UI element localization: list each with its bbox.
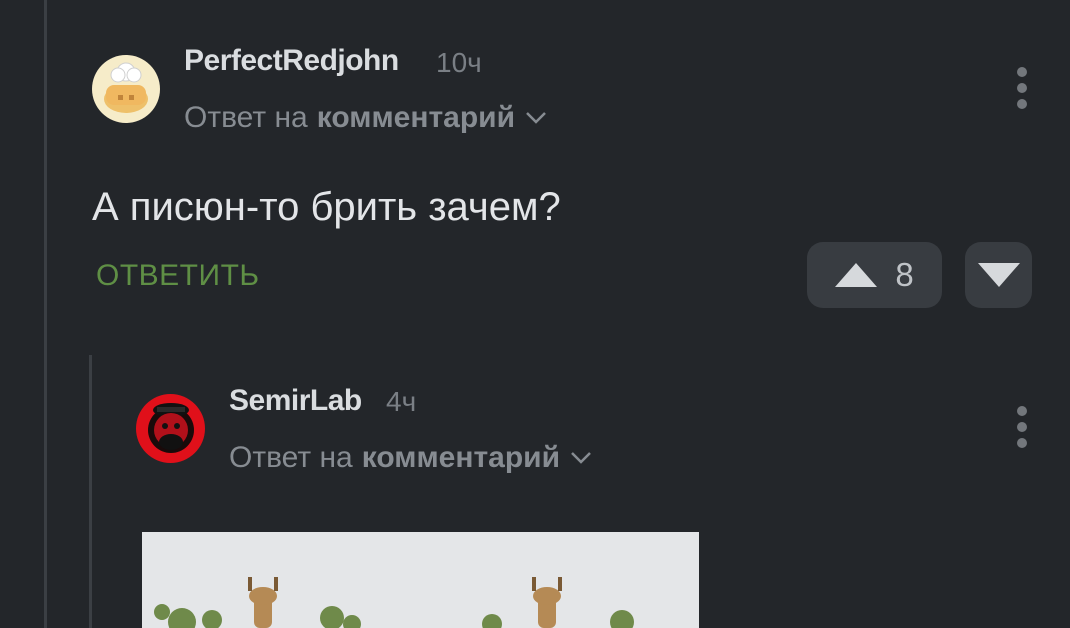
upvote-icon <box>835 263 878 287</box>
attached-image[interactable] <box>142 532 699 628</box>
chevron-down-icon[interactable] <box>525 111 547 125</box>
timestamp: 4ч <box>386 386 417 417</box>
upvote-button[interactable]: 8 <box>807 242 942 308</box>
nested-thread-line <box>89 355 92 628</box>
reply-to-prefix: Ответ на <box>184 101 308 134</box>
avatar[interactable] <box>136 394 205 463</box>
reply-to-link[interactable]: комментарий <box>362 441 560 475</box>
more-vertical-icon[interactable] <box>1010 67 1034 109</box>
username[interactable]: SemirLab <box>229 384 362 418</box>
downvote-button[interactable] <box>965 242 1032 308</box>
comment-text: А писюн-то брить зачем? <box>92 185 561 229</box>
timestamp: 10ч <box>436 47 482 78</box>
reply-button[interactable]: ОТВЕТИТЬ <box>96 259 260 293</box>
chevron-down-icon[interactable] <box>570 451 592 465</box>
reply-to-prefix: Ответ на <box>229 441 353 474</box>
avatar[interactable] <box>92 55 160 123</box>
downvote-icon <box>977 263 1020 287</box>
username[interactable]: PerfectRedjohn <box>184 44 399 78</box>
rating-count: 8 <box>895 256 914 293</box>
thread-line <box>44 0 47 628</box>
reply-to[interactable]: Ответ на комментарий <box>229 441 592 475</box>
reply-to-link[interactable]: комментарий <box>317 101 515 135</box>
reply-to[interactable]: Ответ на комментарий <box>184 101 547 135</box>
more-vertical-icon[interactable] <box>1010 406 1034 448</box>
